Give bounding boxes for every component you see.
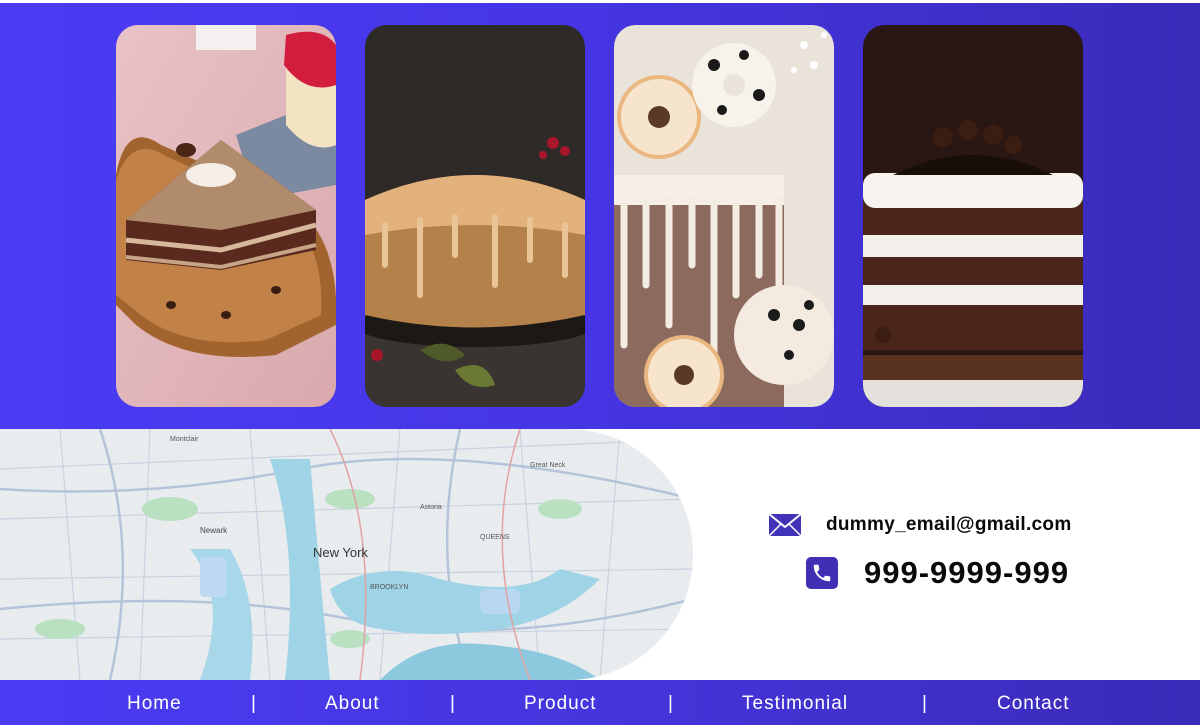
nav-separator: |: [450, 693, 455, 714]
slice-cake-image[interactable]: [116, 25, 336, 407]
nav-separator: |: [251, 693, 256, 714]
phone-number[interactable]: 999-9999-999: [864, 555, 1069, 591]
map-illustration: New York Newark Montclair BROOKLYN QUEEN…: [0, 429, 693, 680]
nav-product[interactable]: Product: [524, 680, 596, 725]
nav-contact[interactable]: Contact: [997, 680, 1069, 725]
svg-text:Astoria: Astoria: [420, 504, 442, 511]
map-city-label: New York: [313, 545, 368, 560]
mail-icon: [768, 512, 802, 538]
footer-nav: Home | About | Product | Testimonial | C…: [0, 680, 1200, 725]
bundt-cake-image[interactable]: [365, 25, 585, 407]
hero-banner: [0, 0, 1200, 429]
donut-cake-illustration: [614, 25, 834, 407]
nav-separator: |: [922, 693, 927, 714]
svg-text:QUEENS: QUEENS: [480, 534, 510, 541]
nav-about[interactable]: About: [325, 680, 380, 725]
chocolate-cake-illustration: [863, 25, 1083, 407]
location-map[interactable]: New York Newark Montclair BROOKLYN QUEEN…: [0, 429, 693, 680]
email-row[interactable]: dummy_email@gmail.com: [768, 512, 1072, 538]
svg-text:BROOKLYN: BROOKLYN: [370, 584, 408, 591]
svg-text:Great Neck: Great Neck: [530, 462, 566, 469]
svg-text:Newark: Newark: [200, 526, 228, 535]
slice-cake-illustration: [116, 25, 336, 407]
chocolate-layer-cake-image[interactable]: [863, 25, 1083, 407]
nav-testimonial[interactable]: Testimonial: [742, 680, 848, 725]
svg-text:Montclair: Montclair: [170, 436, 199, 443]
phone-row[interactable]: 999-9999-999: [806, 555, 1069, 591]
nav-separator: |: [668, 693, 673, 714]
nav-home[interactable]: Home: [127, 680, 182, 725]
donut-drip-cake-image[interactable]: [614, 25, 834, 407]
bundt-cake-illustration: [365, 25, 585, 407]
phone-icon: [806, 557, 838, 589]
email-address[interactable]: dummy_email@gmail.com: [826, 514, 1072, 536]
top-divider: [0, 0, 1200, 3]
